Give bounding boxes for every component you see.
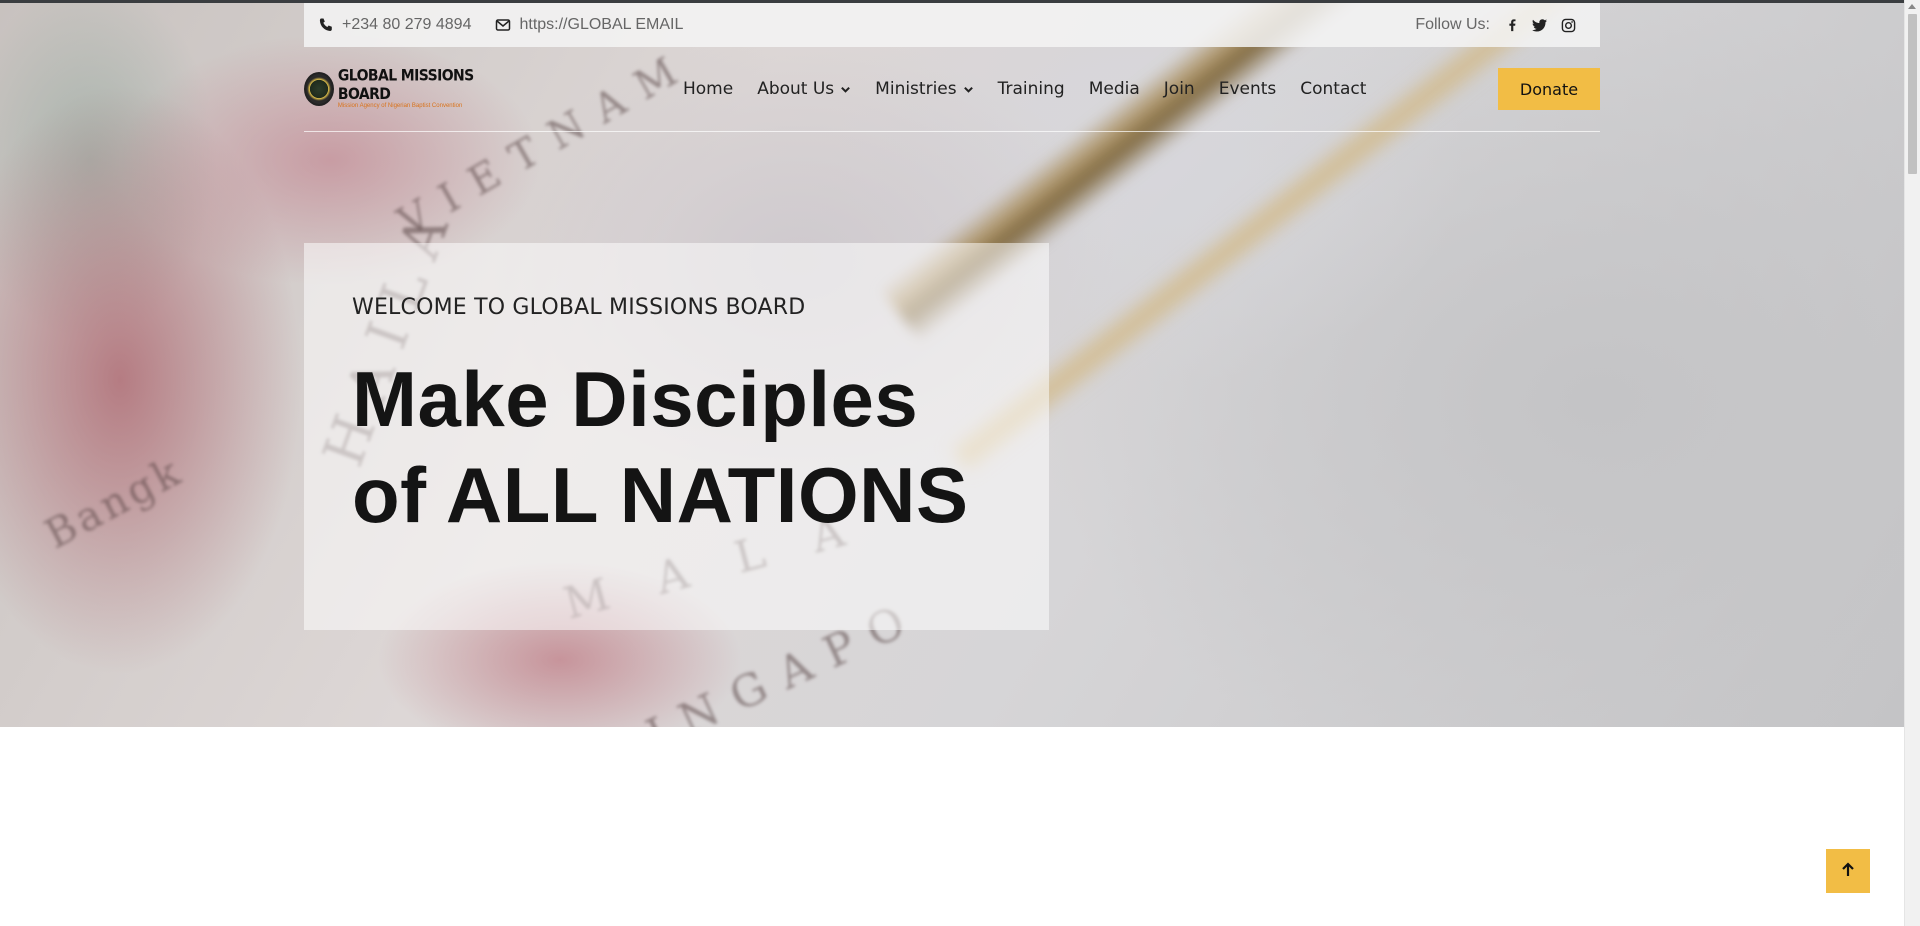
follow-label: Follow Us: — [1415, 16, 1490, 33]
nav-media[interactable]: Media — [1089, 79, 1140, 99]
page-scrollbar[interactable] — [1904, 0, 1920, 926]
nav-ministries[interactable]: Ministries — [875, 79, 973, 99]
map-decoration: Bangk — [37, 447, 191, 559]
site-logo[interactable]: GLOBAL MISSIONS BOARD Mission Agency of … — [304, 66, 504, 109]
nav-about-us-label: About Us — [757, 79, 835, 99]
nav-ministries-label: Ministries — [875, 79, 957, 99]
phone-number: +234 80 279 4894 — [342, 16, 472, 33]
chevron-down-icon — [963, 84, 974, 95]
nav-about-us[interactable]: About Us — [757, 79, 851, 99]
site-header: GLOBAL MISSIONS BOARD Mission Agency of … — [304, 47, 1600, 132]
social-follow: Follow Us: — [1415, 16, 1582, 34]
email-address: https://GLOBAL EMAIL — [519, 16, 684, 33]
chevron-down-icon — [840, 84, 851, 95]
nav-contact[interactable]: Contact — [1300, 79, 1366, 99]
top-info-bar: +234 80 279 4894 https://GLOBAL EMAIL Fo… — [304, 3, 1600, 47]
logo-tagline: Mission Agency of Nigerian Baptist Conve… — [337, 103, 463, 109]
logo-name: GLOBAL MISSIONS BOARD — [337, 66, 474, 104]
main-nav: Home About Us Ministries Training Media … — [683, 79, 1390, 99]
donate-button[interactable]: Donate — [1498, 68, 1600, 110]
nav-training[interactable]: Training — [998, 79, 1065, 99]
envelope-icon — [495, 17, 511, 33]
instagram-icon[interactable] — [1560, 17, 1576, 33]
nav-events[interactable]: Events — [1219, 79, 1277, 99]
nav-home[interactable]: Home — [683, 79, 733, 99]
arrow-up-icon — [1840, 861, 1856, 881]
phone-icon — [318, 17, 334, 33]
nav-join[interactable]: Join — [1164, 79, 1195, 99]
globe-emblem-icon — [304, 72, 334, 106]
hero-headline-line1: Make Disciples — [352, 355, 919, 443]
hero-subtitle: WELCOME TO GLOBAL MISSIONS BOARD — [352, 295, 806, 320]
facebook-icon[interactable] — [1504, 17, 1520, 33]
browser-top-border — [0, 0, 1904, 3]
hero-welcome-box: WELCOME TO GLOBAL MISSIONS BOARD Make Di… — [304, 243, 1049, 630]
email-contact[interactable]: https://GLOBAL EMAIL — [495, 16, 683, 34]
phone-contact[interactable]: +234 80 279 4894 — [318, 16, 471, 34]
twitter-icon[interactable] — [1532, 17, 1548, 33]
hero-headline-line2: of ALL NATIONS — [352, 451, 969, 539]
scroll-up-arrow-icon[interactable] — [1908, 4, 1916, 9]
scrollbar-thumb[interactable] — [1908, 14, 1917, 174]
hero-headline: Make Disciples of ALL NATIONS — [352, 351, 969, 543]
back-to-top-button[interactable] — [1826, 849, 1870, 893]
